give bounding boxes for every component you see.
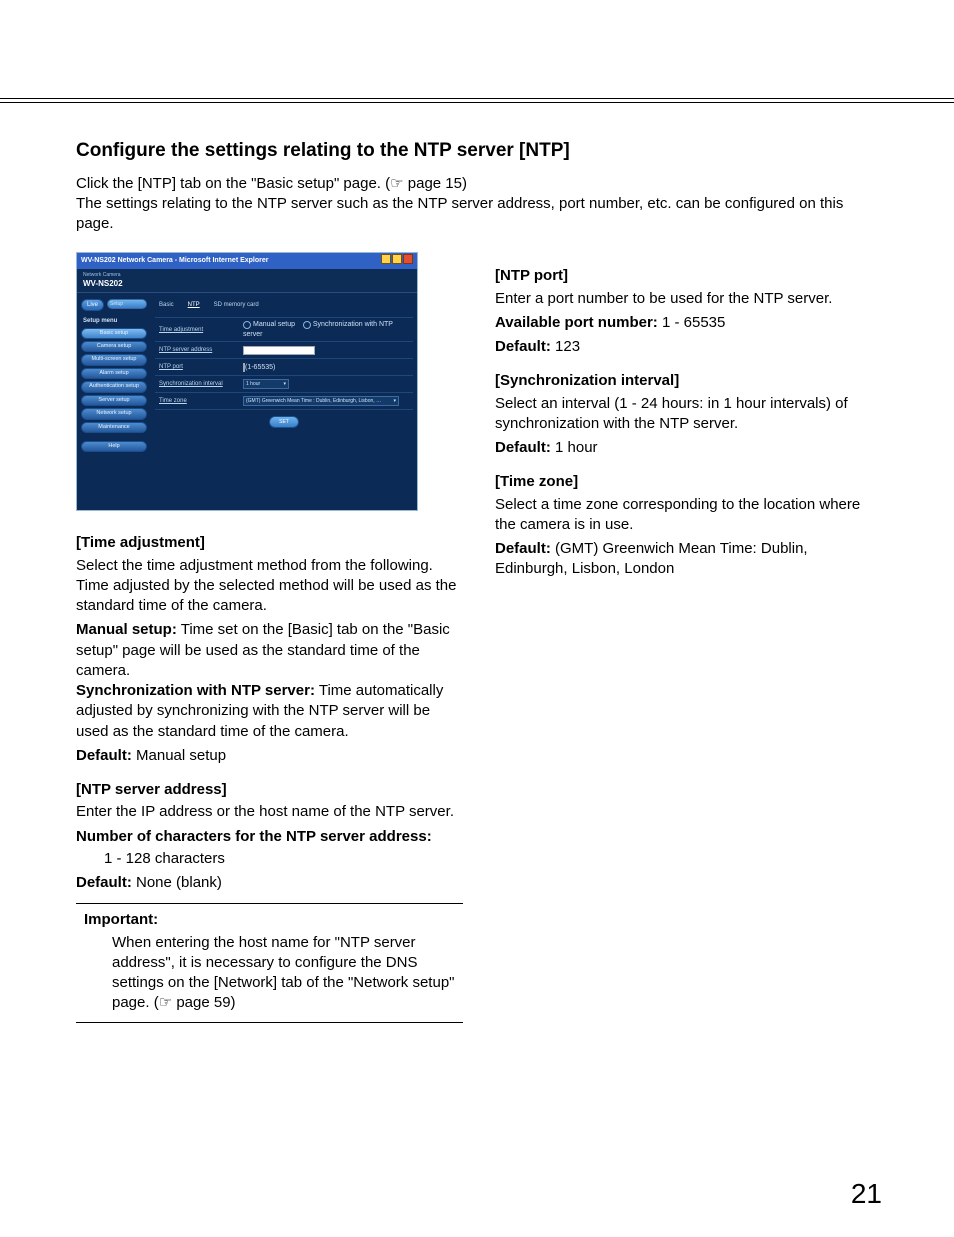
select-sync-interval[interactable]: 1 hour▾: [243, 379, 289, 389]
port-hint: (1-65535): [245, 364, 275, 371]
model-label: Network Camera WV-NS202: [83, 272, 123, 290]
chevron-down-icon: ▾: [283, 381, 286, 388]
model-small: Network Camera: [83, 272, 123, 279]
chevron-down-icon: ▾: [393, 398, 396, 405]
sidebar-item-auth-setup[interactable]: Authentication setup: [81, 381, 147, 392]
sidebar-item-help[interactable]: Help: [81, 441, 147, 452]
intro-line-1: Click the [NTP] tab on the "Basic setup"…: [76, 175, 390, 192]
sidebar-item-server-setup[interactable]: Server setup: [81, 395, 147, 406]
set-button[interactable]: SET: [269, 416, 299, 428]
page-ref-icon: ☞ page 59: [159, 993, 231, 1013]
default-time-zone: Default: (GMT) Greenwich Mean Time: Dubl…: [495, 539, 882, 580]
time-adjustment-options: Manual setup Synchronization with NTP se…: [243, 320, 409, 339]
select-time-zone[interactable]: (GMT) Greenwich Mean Time : Dublin, Edin…: [243, 396, 399, 406]
default-ntp-port: Default: 123: [495, 337, 882, 357]
field-sync-interval[interactable]: Synchronization interval: [159, 380, 243, 388]
intro-text: Click the [NTP] tab on the "Basic setup"…: [76, 174, 882, 235]
heading-ntp-port: [NTP port]: [495, 266, 882, 286]
sidebar-header: Setup menu: [83, 317, 147, 325]
tab-setup[interactable]: Setup: [107, 299, 147, 309]
window-title: WV-NS202 Network Camera - Microsoft Inte…: [81, 256, 269, 265]
heading-time-zone: [Time zone]: [495, 472, 882, 492]
text-ntp-server-address: Enter the IP address or the host name of…: [76, 802, 463, 822]
heading-time-adjustment: [Time adjustment]: [76, 533, 463, 553]
important-heading: Important:: [84, 910, 463, 930]
available-port-number: Available port number: 1 - 65535: [495, 313, 882, 333]
intro-line-1-end: ): [462, 175, 467, 192]
sidebar-item-network-setup[interactable]: Network setup: [81, 408, 147, 419]
page-number: 21: [851, 1175, 882, 1213]
sidebar-item-alarm-setup[interactable]: Alarm setup: [81, 368, 147, 379]
field-time-zone[interactable]: Time zone: [159, 397, 243, 405]
window-titlebar: WV-NS202 Network Camera - Microsoft Inte…: [77, 253, 417, 268]
heading-sync-interval: [Synchronization interval]: [495, 371, 882, 391]
page-ref-icon: ☞ page 15: [390, 174, 462, 194]
sidebar-item-multiscreen-setup[interactable]: Multi-screen setup: [81, 354, 147, 365]
radio-ntp[interactable]: [303, 321, 311, 329]
default-time-adjustment: Default: Manual setup: [76, 746, 463, 766]
page-title: Configure the settings relating to the N…: [76, 138, 882, 164]
tab-sd-card[interactable]: SD memory card: [214, 301, 259, 309]
window-system-buttons: [380, 254, 413, 267]
text-sync-interval: Select an interval (1 - 24 hours: in 1 h…: [495, 394, 882, 435]
radio-manual-label: Manual setup: [253, 321, 295, 328]
default-ntp-server-address: Default: None (blank): [76, 873, 463, 893]
field-ntp-server-address[interactable]: NTP server address: [159, 346, 243, 354]
text-ntp-port: Enter a port number to be used for the N…: [495, 289, 882, 309]
sidebar-item-basic-setup[interactable]: Basic setup: [81, 328, 147, 339]
heading-ntp-server-address: [NTP server address]: [76, 780, 463, 800]
field-ntp-port[interactable]: NTP port: [159, 363, 243, 371]
sidebar-item-camera-setup[interactable]: Camera setup: [81, 341, 147, 352]
text-time-adjustment: Select the time adjustment method from t…: [76, 556, 463, 617]
item-sync-ntp: Synchronization with NTP server: Time au…: [76, 681, 463, 742]
important-text: When entering the host name for "NTP ser…: [84, 933, 463, 1014]
addr-char-count-value: 1 - 128 characters: [76, 849, 463, 869]
section-divider: [0, 98, 954, 103]
intro-line-2: The settings relating to the NTP server …: [76, 195, 843, 232]
radio-manual[interactable]: [243, 321, 251, 329]
default-sync-interval: Default: 1 hour: [495, 438, 882, 458]
important-note: Important: When entering the host name f…: [76, 903, 463, 1022]
field-time-adjustment[interactable]: Time adjustment: [159, 326, 243, 334]
sidebar-item-maintenance[interactable]: Maintenance: [81, 422, 147, 433]
tab-basic[interactable]: Basic: [159, 301, 174, 309]
tab-ntp[interactable]: NTP: [188, 301, 200, 309]
tab-live[interactable]: Live: [81, 299, 104, 311]
item-manual-setup: Manual setup: Time set on the [Basic] ta…: [76, 620, 463, 681]
screenshot: WV-NS202 Network Camera - Microsoft Inte…: [76, 252, 418, 511]
addr-char-count: Number of characters for the NTP server …: [76, 827, 463, 847]
input-ntp-server-address[interactable]: [243, 346, 315, 355]
text-time-zone: Select a time zone corresponding to the …: [495, 495, 882, 536]
